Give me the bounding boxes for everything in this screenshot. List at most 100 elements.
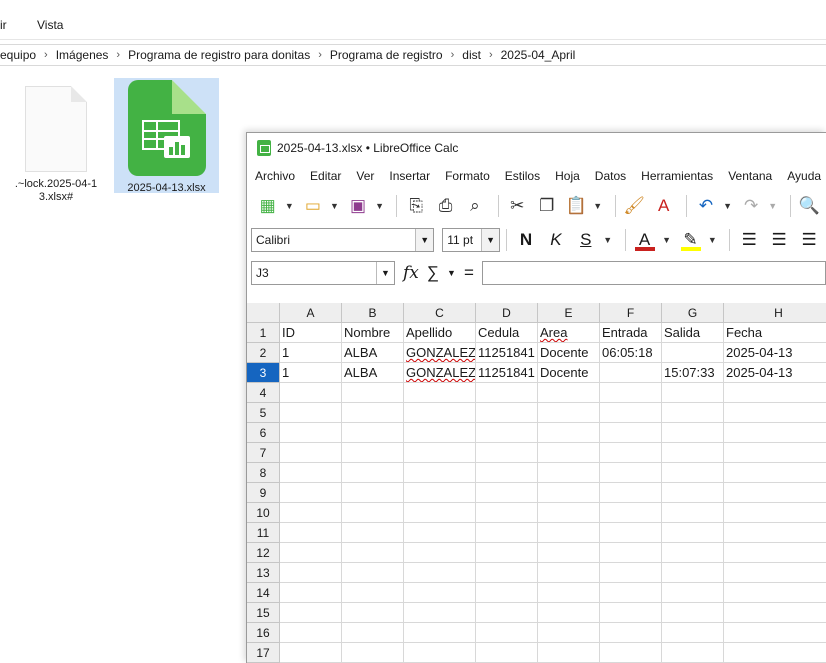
- cell-b8[interactable]: [342, 463, 404, 483]
- cell-h12[interactable]: [724, 543, 826, 563]
- cell-g2[interactable]: [662, 343, 724, 363]
- cell-e14[interactable]: [538, 583, 600, 603]
- column-header-a[interactable]: A: [280, 303, 342, 323]
- font-size-combo[interactable]: 11 pt ▼: [442, 228, 501, 252]
- cell-b12[interactable]: [342, 543, 404, 563]
- cell-d10[interactable]: [476, 503, 538, 523]
- cell-h6[interactable]: [724, 423, 826, 443]
- cell-c1[interactable]: Apellido: [404, 323, 476, 343]
- menu-formato[interactable]: Formato: [445, 169, 490, 183]
- column-header-d[interactable]: D: [476, 303, 538, 323]
- bold-icon[interactable]: N: [513, 227, 539, 253]
- cell-c10[interactable]: [404, 503, 476, 523]
- print-icon[interactable]: ⎙: [433, 193, 458, 219]
- cell-g16[interactable]: [662, 623, 724, 643]
- undo-icon[interactable]: ↶: [693, 193, 718, 219]
- cell-b10[interactable]: [342, 503, 404, 523]
- cell-a12[interactable]: [280, 543, 342, 563]
- chevron-down-icon[interactable]: ▼: [375, 193, 385, 219]
- cell-f3[interactable]: [600, 363, 662, 383]
- cell-g9[interactable]: [662, 483, 724, 503]
- cell-a7[interactable]: [280, 443, 342, 463]
- cell-d7[interactable]: [476, 443, 538, 463]
- cell-d12[interactable]: [476, 543, 538, 563]
- cell-c8[interactable]: [404, 463, 476, 483]
- cell-d11[interactable]: [476, 523, 538, 543]
- cell-h17[interactable]: [724, 643, 826, 663]
- paste-icon[interactable]: 📋: [563, 193, 588, 219]
- new-spreadsheet-icon[interactable]: ▦: [255, 193, 280, 219]
- chevron-down-icon[interactable]: ▼: [768, 193, 778, 219]
- breadcrumb-item[interactable]: dist: [458, 48, 485, 62]
- cell-g6[interactable]: [662, 423, 724, 443]
- menu-ventana[interactable]: Ventana: [728, 169, 772, 183]
- chevron-down-icon[interactable]: ▼: [593, 193, 603, 219]
- cell-a3[interactable]: 1: [280, 363, 342, 383]
- row-header-10[interactable]: 10: [247, 503, 280, 523]
- cell-d1[interactable]: Cedula: [476, 323, 538, 343]
- row-header-11[interactable]: 11: [247, 523, 280, 543]
- cell-c17[interactable]: [404, 643, 476, 663]
- cell-c14[interactable]: [404, 583, 476, 603]
- cell-f6[interactable]: [600, 423, 662, 443]
- menu-archivo[interactable]: Archivo: [255, 169, 295, 183]
- name-box[interactable]: J3 ▼: [251, 261, 395, 285]
- cell-b9[interactable]: [342, 483, 404, 503]
- cell-d13[interactable]: [476, 563, 538, 583]
- cell-f5[interactable]: [600, 403, 662, 423]
- cell-h14[interactable]: [724, 583, 826, 603]
- cell-e6[interactable]: [538, 423, 600, 443]
- column-header-f[interactable]: F: [600, 303, 662, 323]
- cell-b4[interactable]: [342, 383, 404, 403]
- cell-d2[interactable]: 11251841: [476, 343, 538, 363]
- chevron-down-icon[interactable]: ▼: [447, 268, 456, 278]
- row-header-1[interactable]: 1: [247, 323, 280, 343]
- explorer-menu-partial[interactable]: ir: [0, 18, 7, 32]
- cell-h10[interactable]: [724, 503, 826, 523]
- cell-g15[interactable]: [662, 603, 724, 623]
- cell-f7[interactable]: [600, 443, 662, 463]
- cell-c11[interactable]: [404, 523, 476, 543]
- cell-e7[interactable]: [538, 443, 600, 463]
- chevron-down-icon[interactable]: ▼: [707, 227, 717, 253]
- cell-e11[interactable]: [538, 523, 600, 543]
- cell-a10[interactable]: [280, 503, 342, 523]
- cell-a17[interactable]: [280, 643, 342, 663]
- cell-e13[interactable]: [538, 563, 600, 583]
- cell-b11[interactable]: [342, 523, 404, 543]
- cell-a11[interactable]: [280, 523, 342, 543]
- row-header-7[interactable]: 7: [247, 443, 280, 463]
- cell-h8[interactable]: [724, 463, 826, 483]
- column-header-b[interactable]: B: [342, 303, 404, 323]
- formula-input[interactable]: [481, 261, 826, 285]
- cell-e12[interactable]: [538, 543, 600, 563]
- chevron-right-icon[interactable]: ›: [447, 49, 459, 61]
- cell-c16[interactable]: [404, 623, 476, 643]
- cell-f15[interactable]: [600, 603, 662, 623]
- cell-c4[interactable]: [404, 383, 476, 403]
- chevron-down-icon[interactable]: ▼: [662, 227, 672, 253]
- cell-b17[interactable]: [342, 643, 404, 663]
- cell-a6[interactable]: [280, 423, 342, 443]
- menu-datos[interactable]: Datos: [595, 169, 626, 183]
- cell-a2[interactable]: 1: [280, 343, 342, 363]
- underline-icon[interactable]: S: [573, 227, 599, 253]
- clear-formatting-icon[interactable]: A: [651, 193, 676, 219]
- row-header-13[interactable]: 13: [247, 563, 280, 583]
- cell-a15[interactable]: [280, 603, 342, 623]
- formula-equals-icon[interactable]: =: [464, 263, 474, 283]
- cell-h9[interactable]: [724, 483, 826, 503]
- cell-f11[interactable]: [600, 523, 662, 543]
- cell-c7[interactable]: [404, 443, 476, 463]
- chevron-down-icon[interactable]: ▼: [330, 193, 340, 219]
- menu-herramientas[interactable]: Herramientas: [641, 169, 713, 183]
- chevron-down-icon[interactable]: ▼: [723, 193, 733, 219]
- cell-d3[interactable]: 11251841: [476, 363, 538, 383]
- cell-b6[interactable]: [342, 423, 404, 443]
- row-header-12[interactable]: 12: [247, 543, 280, 563]
- copy-icon[interactable]: ❐: [534, 193, 559, 219]
- open-folder-icon[interactable]: ▭: [300, 193, 325, 219]
- breadcrumb-item[interactable]: Programa de registro para donitas: [124, 48, 314, 62]
- sum-icon[interactable]: ∑: [427, 263, 439, 283]
- cell-g1[interactable]: Salida: [662, 323, 724, 343]
